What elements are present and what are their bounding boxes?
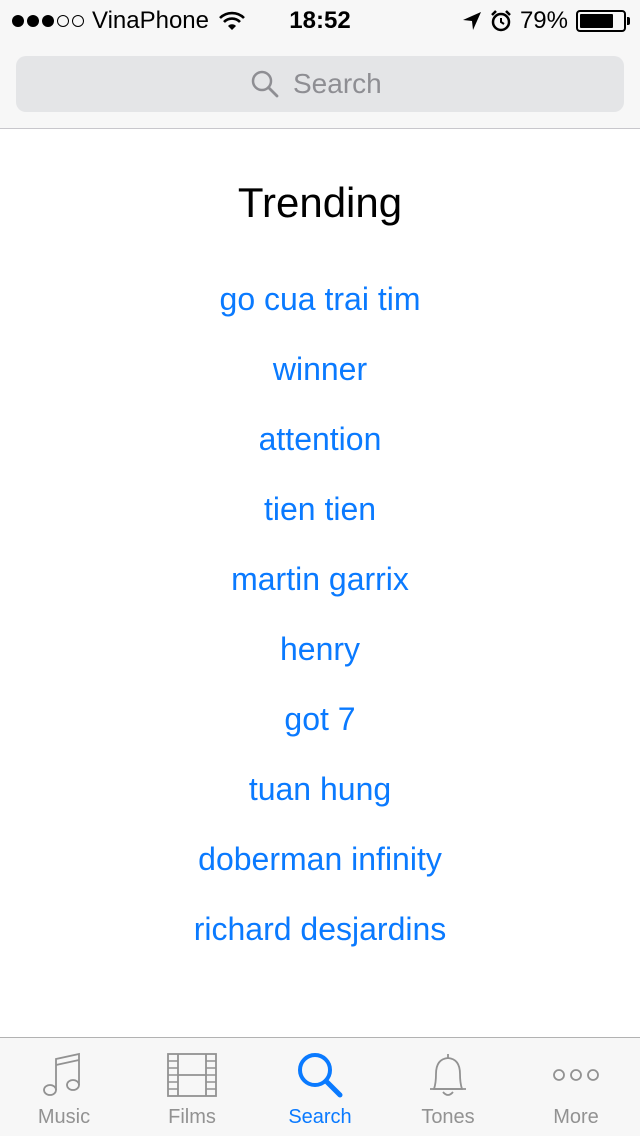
trending-item[interactable]: winner <box>0 339 640 409</box>
tab-label: Search <box>288 1106 352 1128</box>
search-input[interactable] <box>293 68 389 100</box>
more-icon <box>553 1069 599 1081</box>
location-arrow-icon <box>462 12 481 30</box>
music-note-icon <box>43 1052 80 1096</box>
tab-music[interactable]: Music <box>0 1038 128 1136</box>
film-icon <box>167 1053 217 1097</box>
search-bar[interactable] <box>16 56 624 112</box>
status-bar: VinaPhone 18:52 79% <box>0 0 640 40</box>
tab-label: Music <box>37 1106 91 1128</box>
trending-item[interactable]: go cua trai tim <box>0 269 640 339</box>
tab-bar: Music Films Search Tones More <box>0 1037 640 1136</box>
trending-title: Trending <box>237 179 403 226</box>
search-header <box>0 40 640 129</box>
battery-icon <box>576 10 630 32</box>
tab-label: More <box>553 1106 599 1128</box>
trending-item[interactable]: tien tien <box>0 479 640 549</box>
search-icon <box>298 1053 343 1098</box>
tab-search[interactable]: Search <box>256 1038 384 1136</box>
trending-item[interactable]: got 7 <box>0 689 640 759</box>
tab-label: Tones <box>421 1106 475 1128</box>
trending-item[interactable]: martin garrix <box>0 549 640 619</box>
trending-section: Trending go cua trai tim winner attentio… <box>0 129 640 1037</box>
trending-item[interactable]: attention <box>0 409 640 479</box>
tab-label: Films <box>168 1106 216 1128</box>
trending-item[interactable]: henry <box>0 619 640 689</box>
tab-tones[interactable]: Tones <box>384 1038 512 1136</box>
trending-item[interactable]: doberman infinity <box>0 829 640 899</box>
tab-more[interactable]: More <box>512 1038 640 1136</box>
alarm-clock-icon <box>491 10 511 32</box>
tab-films[interactable]: Films <box>128 1038 256 1136</box>
search-icon <box>251 70 279 98</box>
trending-item[interactable]: richard desjardins <box>0 899 640 969</box>
trending-item[interactable]: tuan hung <box>0 759 640 829</box>
battery-percentage: 79% <box>519 7 568 34</box>
battery-fill <box>580 14 614 28</box>
status-right: 79% <box>462 7 630 35</box>
bell-icon <box>430 1054 466 1096</box>
trending-list: go cua trai tim winner attention tien ti… <box>0 269 640 969</box>
